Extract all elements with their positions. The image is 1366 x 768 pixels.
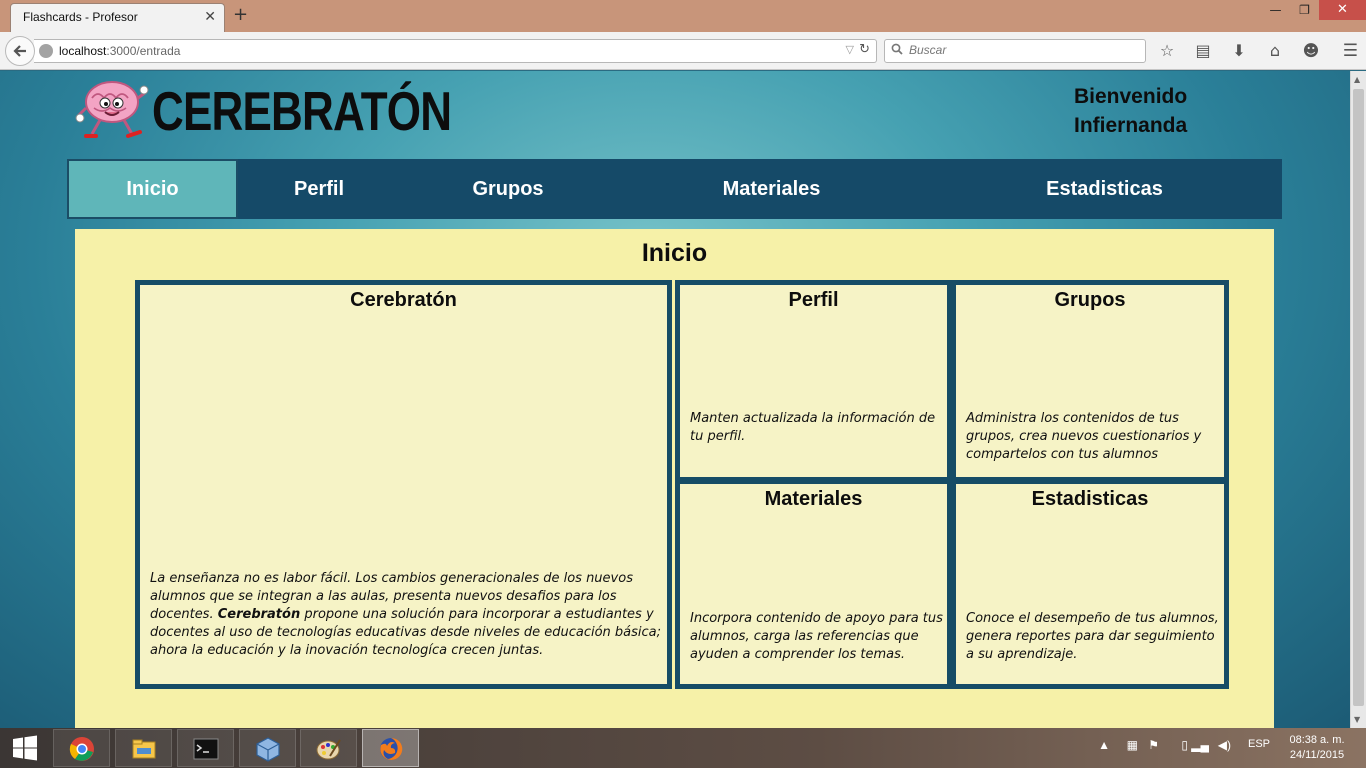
paint-icon [316, 739, 341, 760]
card-perfil[interactable]: Perfil Manten actualizada la información… [675, 280, 952, 482]
virtualbox-icon [256, 737, 280, 762]
home-icon[interactable]: ⌂ [1264, 41, 1286, 61]
welcome-greeting: Bienvenido [1074, 85, 1188, 108]
card-grupos[interactable]: Grupos Administra los contenidos de tus … [951, 280, 1229, 482]
nav-inicio[interactable]: Inicio [67, 159, 238, 219]
card-estadisticas[interactable]: Estadisticas Conoce el desempeño de tus … [951, 479, 1229, 689]
firefox-icon [380, 737, 403, 760]
taskbar-firefox[interactable] [362, 729, 419, 767]
card-description: Conoce el desempeño de tus alumnos, gene… [966, 611, 1219, 662]
card-title: Perfil [788, 289, 839, 311]
battery-icon[interactable]: ▯ [1181, 738, 1188, 752]
command-prompt-icon [193, 738, 219, 760]
site-title: CEREBRATÓN [152, 80, 452, 142]
clock-date: 24/11/2015 [1289, 749, 1345, 761]
system-clock[interactable]: 08:38 a. m. 24/11/2015 [1282, 733, 1352, 763]
search-input[interactable] [909, 43, 1139, 57]
windows-logo-icon [13, 735, 37, 761]
action-center-icon[interactable]: ▦ [1127, 738, 1138, 752]
chrome-icon [69, 737, 94, 761]
welcome-username: Infiernanda [1074, 114, 1188, 137]
card-description: Manten actualizada la información de tu … [690, 411, 936, 444]
card-title: Materiales [764, 488, 863, 510]
taskbar-command-prompt[interactable] [177, 729, 234, 767]
minimize-button[interactable]: — [1261, 0, 1290, 20]
description-brand: Cerebratón [217, 607, 301, 622]
toolbar-icons: ☆ ▤ ⬇ ⌂ ☻ [1156, 41, 1322, 61]
tab-close-icon[interactable]: ✕ [204, 9, 216, 25]
card-title: Grupos [1054, 289, 1126, 311]
nav-estadisticas[interactable]: Estadisticas [927, 159, 1282, 219]
back-arrow-icon [13, 45, 26, 57]
nav-grupos[interactable]: Grupos [400, 159, 616, 219]
new-tab-button[interactable]: + [233, 4, 248, 25]
nav-perfil[interactable]: Perfil [238, 159, 400, 219]
scroll-up-arrow-icon[interactable]: ▲ [1354, 75, 1360, 84]
browser-tab[interactable]: Flashcards - Profesor ✕ [10, 3, 225, 32]
tab-title: Flashcards - Profesor [23, 10, 138, 24]
input-language[interactable]: ESP [1248, 738, 1270, 750]
search-icon [891, 43, 903, 58]
page-viewport: CEREBRATÓN Bienvenido Infiernanda Inicio… [0, 71, 1350, 728]
taskbar-paint[interactable] [300, 729, 357, 767]
browser-toolbar: localhost:3000/entrada ▽ ↻ ☆ ▤ ⬇ ⌂ ☻ ☰ [0, 32, 1366, 70]
start-button[interactable] [0, 728, 50, 768]
restore-button[interactable]: ❐ [1290, 0, 1319, 20]
nav-materiales[interactable]: Materiales [616, 159, 927, 219]
hello-icon[interactable]: ☻ [1300, 41, 1322, 61]
taskbar-chrome[interactable] [53, 729, 110, 767]
vertical-scrollbar[interactable]: ▲ ▼ [1350, 71, 1366, 728]
card-description: La enseñanza no es labor fácil. Los camb… [150, 570, 665, 660]
flag-icon[interactable]: ⚑ [1148, 738, 1159, 752]
scroll-down-arrow-icon[interactable]: ▼ [1354, 715, 1360, 724]
card-title: Estadisticas [1031, 488, 1149, 510]
url-bar[interactable]: localhost:3000/entrada ▽ ↻ [34, 39, 877, 63]
window-controls: — ❐ ✕ [1261, 0, 1366, 22]
url-path: :3000/entrada [106, 44, 181, 58]
card-description: Incorpora contenido de apoyo para tus al… [690, 611, 943, 662]
file-explorer-icon [132, 739, 156, 759]
downloads-icon[interactable]: ⬇ [1228, 41, 1250, 61]
main-navigation: Inicio Perfil Grupos Materiales Estadist… [67, 159, 1282, 219]
card-materiales[interactable]: Materiales Incorpora contenido de apoyo … [675, 479, 952, 689]
hamburger-menu-icon[interactable]: ☰ [1343, 41, 1358, 61]
welcome-message: Bienvenido Infiernanda [1074, 82, 1187, 140]
url-history-dropdown-icon[interactable]: ▽ [846, 43, 854, 56]
volume-icon[interactable]: ◀) [1218, 738, 1231, 752]
show-hidden-icons-icon[interactable]: ▲ [1098, 738, 1110, 752]
scrollbar-thumb[interactable] [1353, 89, 1364, 706]
windows-taskbar: ▲ ▦ ⚑ ▯ ▂▄ ◀) ESP 08:38 a. m. 24/11/2015 [0, 728, 1366, 768]
content-panel: Inicio Cerebratón La enseñanza no es lab… [75, 229, 1274, 728]
taskbar-file-explorer[interactable] [115, 729, 172, 767]
search-bar[interactable] [884, 39, 1146, 63]
globe-icon [39, 44, 53, 58]
window-close-button[interactable]: ✕ [1319, 0, 1366, 20]
url-text[interactable]: localhost:3000/entrada [59, 44, 180, 58]
url-host: localhost [59, 44, 107, 58]
reload-icon[interactable]: ↻ [859, 42, 870, 57]
page-heading: Inicio [641, 239, 708, 267]
browser-titlebar: Flashcards - Profesor ✕ + — ❐ ✕ [0, 0, 1366, 32]
taskbar-virtualbox[interactable] [239, 729, 296, 767]
reading-list-icon[interactable]: ▤ [1192, 41, 1214, 61]
card-title: Cerebratón [350, 289, 457, 311]
brain-mascot-logo [75, 81, 149, 138]
bookmark-star-icon[interactable]: ☆ [1156, 41, 1178, 61]
card-cerebraton: Cerebratón La enseñanza no es labor fáci… [135, 280, 672, 689]
card-description: Administra los contenidos de tus grupos,… [966, 411, 1202, 462]
back-button[interactable] [5, 36, 35, 66]
network-signal-icon[interactable]: ▂▄ [1191, 738, 1209, 752]
clock-time: 08:38 a. m. [1289, 734, 1345, 746]
